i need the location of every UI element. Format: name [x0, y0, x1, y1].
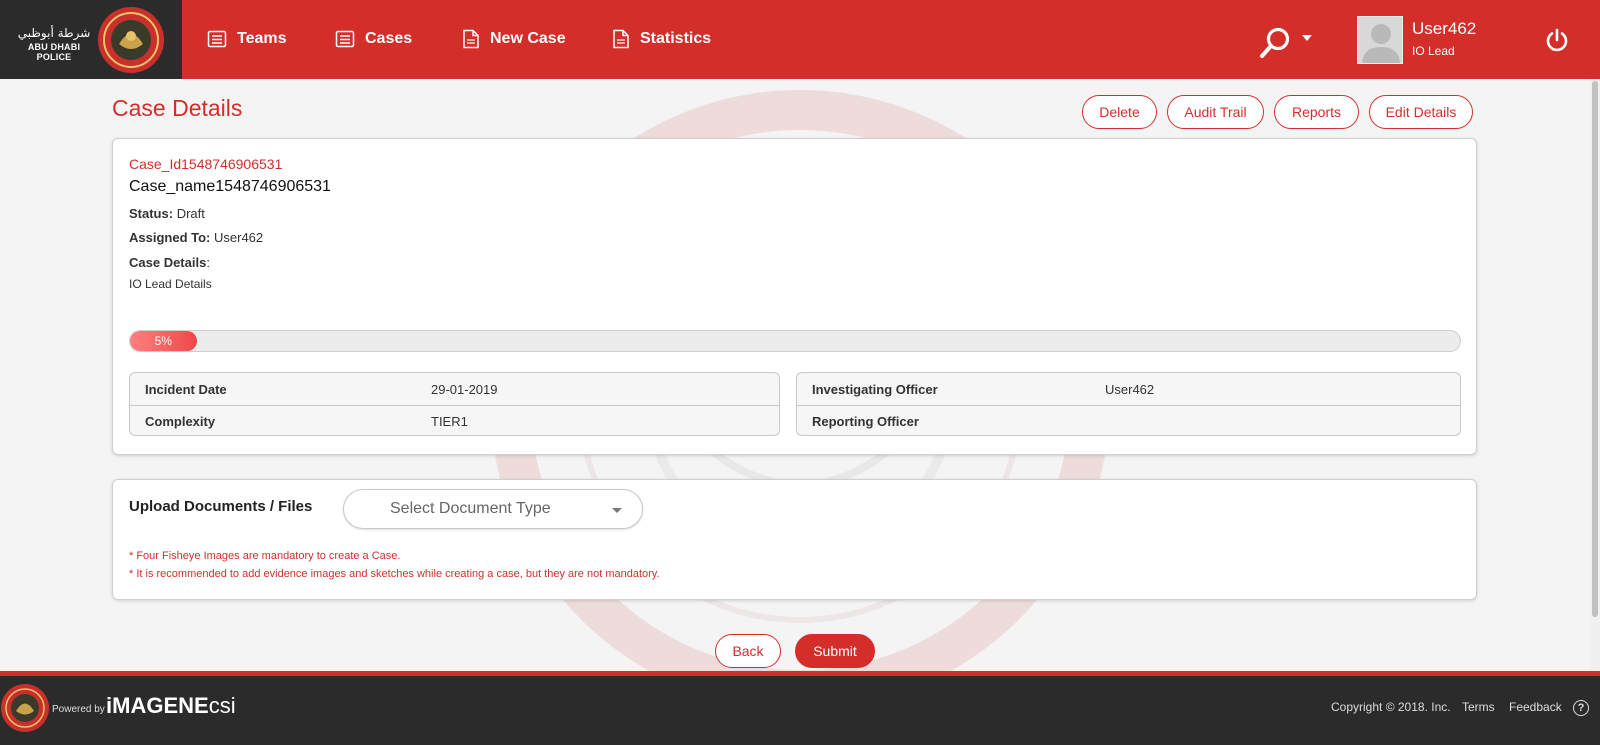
case-details-heading: Case Details:	[129, 255, 210, 270]
logo-text-english: ABU DHABI POLICE	[27, 42, 81, 62]
nav-cases[interactable]: Cases	[335, 27, 412, 51]
status-value: Draft	[176, 206, 205, 221]
scrollbar[interactable]	[1590, 79, 1600, 671]
nav-cases-label: Cases	[365, 30, 413, 47]
brand-logo: iMAGENEcsi	[106, 693, 236, 719]
upload-card: Upload Documents / Files Select Document…	[112, 479, 1477, 600]
info-table-right: Investigating Officer User462 Reporting …	[796, 372, 1461, 436]
scrollbar-thumb[interactable]	[1592, 81, 1598, 617]
assigned-value: User462	[214, 230, 264, 245]
case-name: Case_name1548746906531	[129, 178, 331, 195]
upload-note-mandatory: * Four Fisheye Images are mandatory to c…	[129, 550, 401, 562]
help-icon[interactable]: ?	[1573, 700, 1589, 716]
reporting-officer-label: Reporting Officer	[812, 414, 919, 429]
powered-by-label: Powered by	[52, 704, 105, 715]
document-type-select[interactable]: Select Document Type	[343, 489, 643, 529]
edit-details-button[interactable]: Edit Details	[1369, 95, 1473, 129]
case-id: Case_Id1548746906531	[129, 156, 283, 172]
nav-new-case-label: New Case	[490, 30, 566, 47]
nav-statistics[interactable]: Statistics	[612, 27, 711, 51]
nav-teams-label: Teams	[237, 30, 287, 47]
case-details-card: Case_Id1548746906531 Case_name1548746906…	[112, 138, 1477, 455]
upload-note-recommended: * It is recommended to add evidence imag…	[129, 568, 660, 580]
search-dropdown[interactable]	[1258, 26, 1312, 60]
upload-title: Upload Documents / Files	[129, 498, 313, 515]
details-label: Case Details	[129, 255, 207, 270]
brand-rest: csi	[208, 693, 236, 718]
user-role: IO Lead	[1412, 44, 1455, 58]
police-emblem-icon	[1, 684, 49, 732]
avatar[interactable]	[1357, 16, 1403, 64]
status-label: Status:	[129, 206, 174, 221]
footer: Powered by iMAGENEcsi Copyright © 2018. …	[0, 676, 1600, 745]
document-icon	[463, 29, 479, 49]
list-icon	[207, 30, 227, 48]
user-avatar-icon	[1362, 24, 1400, 63]
chevron-down-icon	[612, 508, 622, 513]
case-details-text: IO Lead Details	[129, 277, 212, 291]
nav-new-case[interactable]: New Case	[462, 27, 566, 51]
reports-button[interactable]: Reports	[1274, 95, 1359, 129]
table-row: Reporting Officer	[797, 405, 1460, 435]
nav-statistics-label: Statistics	[640, 30, 712, 47]
submit-button[interactable]: Submit	[795, 634, 875, 668]
delete-button[interactable]: Delete	[1082, 95, 1157, 129]
back-button[interactable]: Back	[715, 634, 781, 668]
info-table-left: Incident Date 29-01-2019 Complexity TIER…	[129, 372, 780, 436]
complexity-label: Complexity	[145, 414, 216, 429]
progress-fill: 5%	[130, 331, 197, 351]
search-icon	[1260, 27, 1290, 58]
nav-teams[interactable]: Teams	[207, 27, 287, 51]
feedback-link[interactable]: Feedback	[1509, 700, 1562, 714]
power-icon[interactable]	[1545, 28, 1569, 52]
incident-date-label: Incident Date	[145, 381, 227, 397]
case-status: Status: Draft	[129, 206, 205, 221]
police-emblem-icon	[98, 7, 164, 73]
chevron-down-icon	[1302, 35, 1312, 41]
logo-text-arabic: شرطة أبوظبي	[17, 26, 91, 40]
audit-trail-button[interactable]: Audit Trail	[1167, 95, 1264, 129]
list-icon	[335, 30, 355, 48]
terms-link[interactable]: Terms	[1462, 700, 1495, 714]
table-row: Complexity TIER1	[130, 405, 779, 435]
complexity-value: TIER1	[431, 414, 468, 429]
investigating-officer-label: Investigating Officer	[812, 381, 938, 397]
brand-bold: iMAGENE	[106, 693, 209, 718]
table-row: Incident Date 29-01-2019	[130, 373, 779, 405]
case-progress-bar: 5%	[129, 330, 1461, 352]
document-icon	[613, 29, 629, 49]
incident-date-value: 29-01-2019	[431, 381, 498, 397]
table-row: Investigating Officer User462	[797, 373, 1460, 405]
select-placeholder: Select Document Type	[390, 500, 551, 517]
case-assigned: Assigned To: User462	[129, 230, 263, 245]
details-colon: :	[206, 255, 210, 270]
top-navbar: شرطة أبوظبي ABU DHABI POLICE Teams Cases	[0, 0, 1600, 79]
page-title: Case Details	[112, 95, 243, 121]
investigating-officer-value: User462	[1105, 381, 1155, 397]
assigned-label: Assigned To:	[129, 230, 211, 245]
logo-area[interactable]: شرطة أبوظبي ABU DHABI POLICE	[0, 0, 182, 79]
copyright-text: Copyright © 2018. Inc.	[1331, 700, 1451, 714]
user-name: User462	[1412, 19, 1477, 38]
progress-label: 5%	[154, 334, 172, 348]
